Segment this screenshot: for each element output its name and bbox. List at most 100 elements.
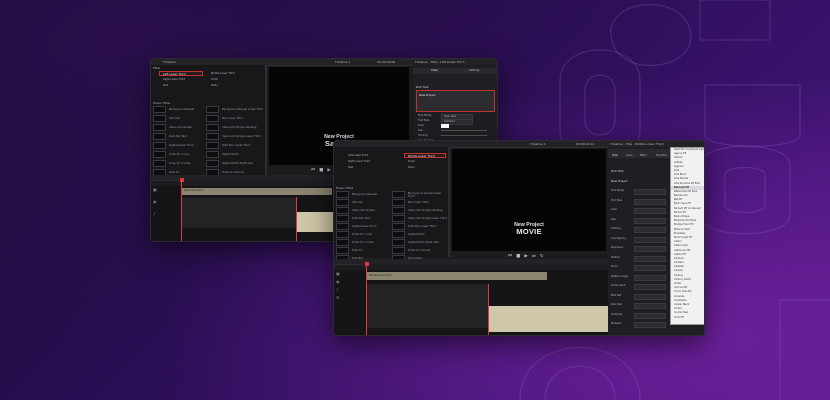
inspector-row-control[interactable] [634,265,666,271]
fusion-title-row[interactable]: Clean and Simple Lower Third [206,133,261,140]
font-family-dropdown[interactable]: Abadi MT Condensed Light Agency FB Aharoni… [670,147,704,325]
fusion-title-row[interactable]: Draw On 1 Line [336,231,372,238]
inspector-tab-audio[interactable]: Audio [626,154,633,157]
fusion-title-row[interactable]: Fade On [336,247,363,254]
video-clip-beige[interactable] [489,306,608,332]
eye-icon[interactable]: ◉ [153,200,157,204]
fusion-title-row[interactable]: Digital Glitch [206,151,239,158]
timecode: 00:00:04:14 [576,141,595,146]
fusion-title-row[interactable]: Dark Box Lower Third [206,142,250,149]
fusion-title-row[interactable]: Digital Glitch Right Side [392,239,439,246]
inspector-row-control[interactable] [634,246,666,252]
font-option[interactable]: Curlz MT [671,316,704,320]
title-item[interactable]: Left Lower Third [348,154,368,157]
fusion-title-row[interactable]: Call Out [336,199,362,206]
viewer[interactable]: New Project MOVIE [452,149,606,251]
inspector-row-control[interactable] [634,293,666,300]
inspector-tab-settings[interactable]: Settings [469,69,480,72]
fusion-title-row[interactable]: Dark Box Text [336,215,370,222]
tracking-slider[interactable] [441,135,487,136]
fusion-title-row[interactable]: Digital Lower Third [153,142,193,149]
inspector-row-control[interactable] [634,284,666,290]
title-item[interactable]: Text [163,84,168,87]
fusion-title-row[interactable]: Clean and Simple [153,124,192,131]
fusion-title-row[interactable]: Digital Glitch [392,231,425,238]
fusion-title-row[interactable]: Box Lower Third [206,115,243,122]
fusion-title-row[interactable]: Dark Box Text [153,133,187,140]
fusion-title-row[interactable]: Background Reveal Lower Third [392,191,448,198]
inspector-row-control[interactable] [634,227,666,233]
title-item[interactable]: Text+ [408,166,415,169]
fusion-title-row[interactable]: Box Lower Third [392,199,429,206]
fusion-title-row[interactable]: Clean and Simple Heading [206,124,256,131]
speaker-icon[interactable]: ♪ [336,288,339,292]
fusion-title-row[interactable]: Draw On 1 Line [153,151,189,158]
title-item[interactable]: Middle Lower Third [211,72,235,75]
title-item[interactable]: Scroll [211,78,218,81]
video-clip[interactable] [367,284,489,328]
rich-text-value[interactable]: New Project [611,179,628,183]
fusion-title-row[interactable]: Digital Lower Third [336,223,376,230]
fusion-title-row[interactable]: Call Out [153,115,179,122]
fusion-title-row[interactable]: Background Reveal [336,191,377,198]
inspector-tab-video[interactable]: Video [431,69,438,72]
video-clip[interactable] [182,198,297,228]
playhead[interactable] [366,262,367,335]
timeline-name[interactable]: Timeline 1 [530,142,546,146]
inspector-row-control[interactable] [634,274,666,281]
title-item[interactable]: Right Lower Third [348,160,370,163]
inspector-row-control[interactable] [634,189,666,195]
lock-icon[interactable]: ▣ [153,188,157,192]
fusion-title-row[interactable]: Background Reveal [153,106,194,113]
inspector-row-control[interactable] [634,198,666,205]
title-clip[interactable]: Middle Lower Third [367,272,547,280]
fusion-title-row[interactable]: Clean and Simple [336,207,375,214]
fusion-title-row[interactable]: Clean and Simple Lower Third [392,215,447,222]
inspector-row-control[interactable] [634,255,666,262]
fusion-title-row[interactable]: Clean and Simple Heading [392,207,442,214]
panel-divider[interactable] [448,147,450,257]
inspector-row-control[interactable] [634,217,666,224]
inspector-tab-effect[interactable]: Effect [640,154,647,157]
fusion-title-row[interactable]: Dark Box Lower Third [392,223,436,230]
video-clip-beige[interactable] [297,212,337,232]
fusion-title-row[interactable]: Background Reveal Lower Third [206,106,263,113]
skip-back-icon[interactable]: ⏮ [311,167,315,173]
stop-icon[interactable]: ■ [319,168,323,173]
inspector-row-control[interactable] [634,303,666,309]
inspector-row-label: Rotation Angle [611,274,628,278]
play-icon[interactable]: ▶ [327,168,330,173]
fusion-title-row[interactable]: Draw On 2 Lines [336,239,373,246]
inspector-row-control[interactable] [634,208,666,214]
inspector-row-control[interactable] [634,312,666,319]
timeline-name[interactable]: Timeline 1 [335,60,351,64]
title-item-middle-lower-third[interactable]: Middle Lower Third [404,153,446,158]
color-swatch[interactable] [441,123,449,128]
title-item[interactable]: Right Lower Third [163,78,185,81]
fusion-title-row[interactable]: Digital Glitch Right Side [206,160,253,167]
title-clip[interactable]: Left Lower Third [182,188,332,195]
playhead-handle[interactable] [179,178,184,182]
loop-icon[interactable]: ↻ [540,254,544,259]
rich-text-editor[interactable]: New Project [416,90,495,112]
fusion-title-row[interactable]: Draw On Corners [392,247,430,254]
size-slider[interactable] [441,130,487,131]
speaker-icon[interactable]: ♪ [153,212,156,216]
fusion-title-row[interactable]: Draw On 2 Lines [153,160,190,167]
lock-icon[interactable]: ▣ [336,272,340,276]
inspector-tab-transition[interactable]: Transition [656,154,667,157]
panel-divider[interactable] [265,65,267,175]
title-item[interactable]: Text [348,166,353,169]
title-item[interactable]: Text+ [211,84,218,87]
playhead[interactable] [181,178,182,241]
title-item[interactable]: Scroll [408,160,415,163]
inspector-row-control[interactable] [634,322,666,328]
eye-icon[interactable]: ◉ [336,280,340,284]
gear-icon[interactable]: ⚙ [336,296,340,300]
playhead-handle[interactable] [364,262,369,266]
inspector-tab-video[interactable]: Video [612,154,618,157]
inspector-row-control[interactable] [634,236,666,243]
title-item-left-lower-third[interactable]: Left Lower Third [159,71,203,76]
stop-icon[interactable]: ■ [516,254,520,259]
play-icon[interactable]: ▶ [524,254,527,259]
